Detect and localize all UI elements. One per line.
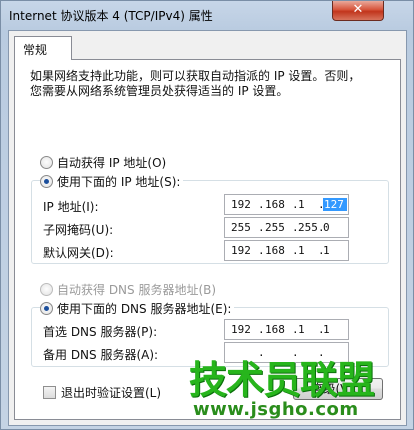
description-line-1: 如果网络支持此功能，则可以获取自动指派的 IP 设置。否则， xyxy=(30,69,361,83)
radio-auto-ip[interactable]: 自动获得 IP 地址(O) xyxy=(40,154,170,170)
ip-address-octet-2: 168 xyxy=(265,198,285,211)
ip-address-label: IP 地址(I): xyxy=(43,200,99,214)
radio-auto-dns-label: 自动获得 DNS 服务器地址(B) xyxy=(57,282,217,297)
pdns-octet-1: 192 xyxy=(231,323,251,336)
ip-address-input[interactable]: 192 . 168 . 1 . 127 xyxy=(224,194,349,215)
gateway-label: 默认网关(D): xyxy=(43,246,114,260)
radio-manual-ip-circle[interactable] xyxy=(40,174,53,188)
ip-address-octet-1: 192 xyxy=(231,198,251,211)
title-bar[interactable]: Internet 协议版本 4 (TCP/IPv4) 属性 ✕ xyxy=(1,1,413,29)
subnet-octet-1: 255 xyxy=(231,221,251,234)
radio-auto-dns-circle[interactable] xyxy=(40,282,53,296)
window-title: Internet 协议版本 4 (TCP/IPv4) 属性 xyxy=(9,9,213,23)
subnet-octet-2: 255 xyxy=(265,221,285,234)
dialog-window: Internet 协议版本 4 (TCP/IPv4) 属性 ✕ 常规 如果网络支… xyxy=(0,0,414,430)
octet-separator: . xyxy=(258,323,265,336)
description-text: 如果网络支持此功能，则可以获取自动指派的 IP 设置。否则， 您需要从网络系统管… xyxy=(30,69,375,99)
gateway-octet-2: 168 xyxy=(265,244,285,257)
radio-manual-ip[interactable]: 使用下面的 IP 地址(S): xyxy=(40,173,184,189)
radio-manual-dns[interactable]: 使用下面的 DNS 服务器地址(E): xyxy=(40,300,235,316)
subnet-octet-4: 0 xyxy=(323,221,330,234)
radio-manual-ip-label: 使用下面的 IP 地址(S): xyxy=(57,174,181,189)
description-line-2: 您需要从网络系统管理员处获得适当的 IP 设置。 xyxy=(30,84,289,98)
radio-auto-dns[interactable]: 自动获得 DNS 服务器地址(B) xyxy=(40,281,220,297)
validate-on-exit-checkbox[interactable]: 退出时验证设置(L) xyxy=(43,384,161,400)
radio-auto-ip-label: 自动获得 IP 地址(O) xyxy=(57,155,167,170)
preferred-dns-label: 首选 DNS 服务器(P): xyxy=(43,325,158,339)
gateway-octet-1: 192 xyxy=(231,244,251,257)
alternate-dns-label: 备用 DNS 服务器(A): xyxy=(43,348,159,362)
gateway-octet-4: 1 xyxy=(323,244,330,257)
subnet-mask-input[interactable]: 255 . 255 . 255 . 0 xyxy=(224,217,349,238)
close-button[interactable]: ✕ xyxy=(332,1,384,21)
watermark-url: www.jsgho.com xyxy=(193,399,359,420)
octet-separator: . xyxy=(258,221,265,234)
tab-general[interactable]: 常规 xyxy=(14,36,72,60)
validate-on-exit-label: 退出时验证设置(L) xyxy=(61,385,162,400)
gateway-input[interactable]: 192 . 168 . 1 . 1 xyxy=(224,240,349,261)
radio-auto-ip-circle[interactable] xyxy=(40,155,53,169)
preferred-dns-input[interactable]: 192 . 168 . 1 . 1 xyxy=(224,319,349,340)
radio-manual-dns-circle[interactable] xyxy=(40,301,53,315)
pdns-octet-4: 1 xyxy=(323,323,330,336)
watermark-logo-text: 技术员联盟 xyxy=(189,358,375,402)
pdns-octet-2: 168 xyxy=(265,323,285,336)
validate-on-exit-box[interactable] xyxy=(43,385,56,399)
octet-separator: . xyxy=(258,198,265,211)
octet-separator: . xyxy=(258,244,265,257)
radio-manual-dns-label: 使用下面的 DNS 服务器地址(E): xyxy=(57,301,232,316)
tab-general-label: 常规 xyxy=(23,43,48,57)
subnet-mask-label: 子网掩码(U): xyxy=(43,223,114,237)
ip-address-octet-4-selected[interactable]: 127 xyxy=(323,198,347,211)
